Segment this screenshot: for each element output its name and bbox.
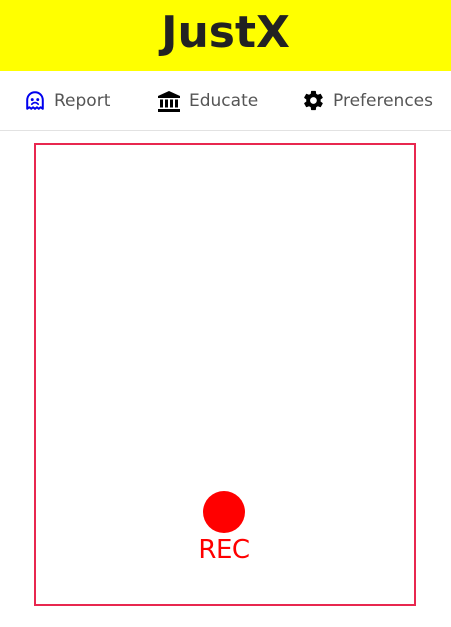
- app-header: JustX: [0, 0, 451, 71]
- app-root: JustX Report Educate Preferences REC: [0, 0, 451, 627]
- bank-building-icon: [157, 90, 181, 112]
- gear-icon: [302, 89, 325, 112]
- ghost-face-icon: [24, 90, 46, 112]
- nav-item-report[interactable]: Report: [24, 71, 110, 130]
- nav-item-label: Report: [54, 90, 111, 111]
- nav-item-educate[interactable]: Educate: [157, 71, 258, 130]
- record-button[interactable]: [203, 491, 245, 533]
- record-label[interactable]: REC: [174, 535, 274, 565]
- nav-item-label: Preferences: [333, 90, 433, 111]
- nav-item-label: Educate: [189, 90, 259, 111]
- camera-preview-frame: REC: [34, 143, 416, 606]
- main-nav: Report Educate Preferences: [0, 71, 451, 131]
- app-title: JustX: [161, 6, 290, 58]
- nav-item-preferences[interactable]: Preferences: [302, 71, 433, 130]
